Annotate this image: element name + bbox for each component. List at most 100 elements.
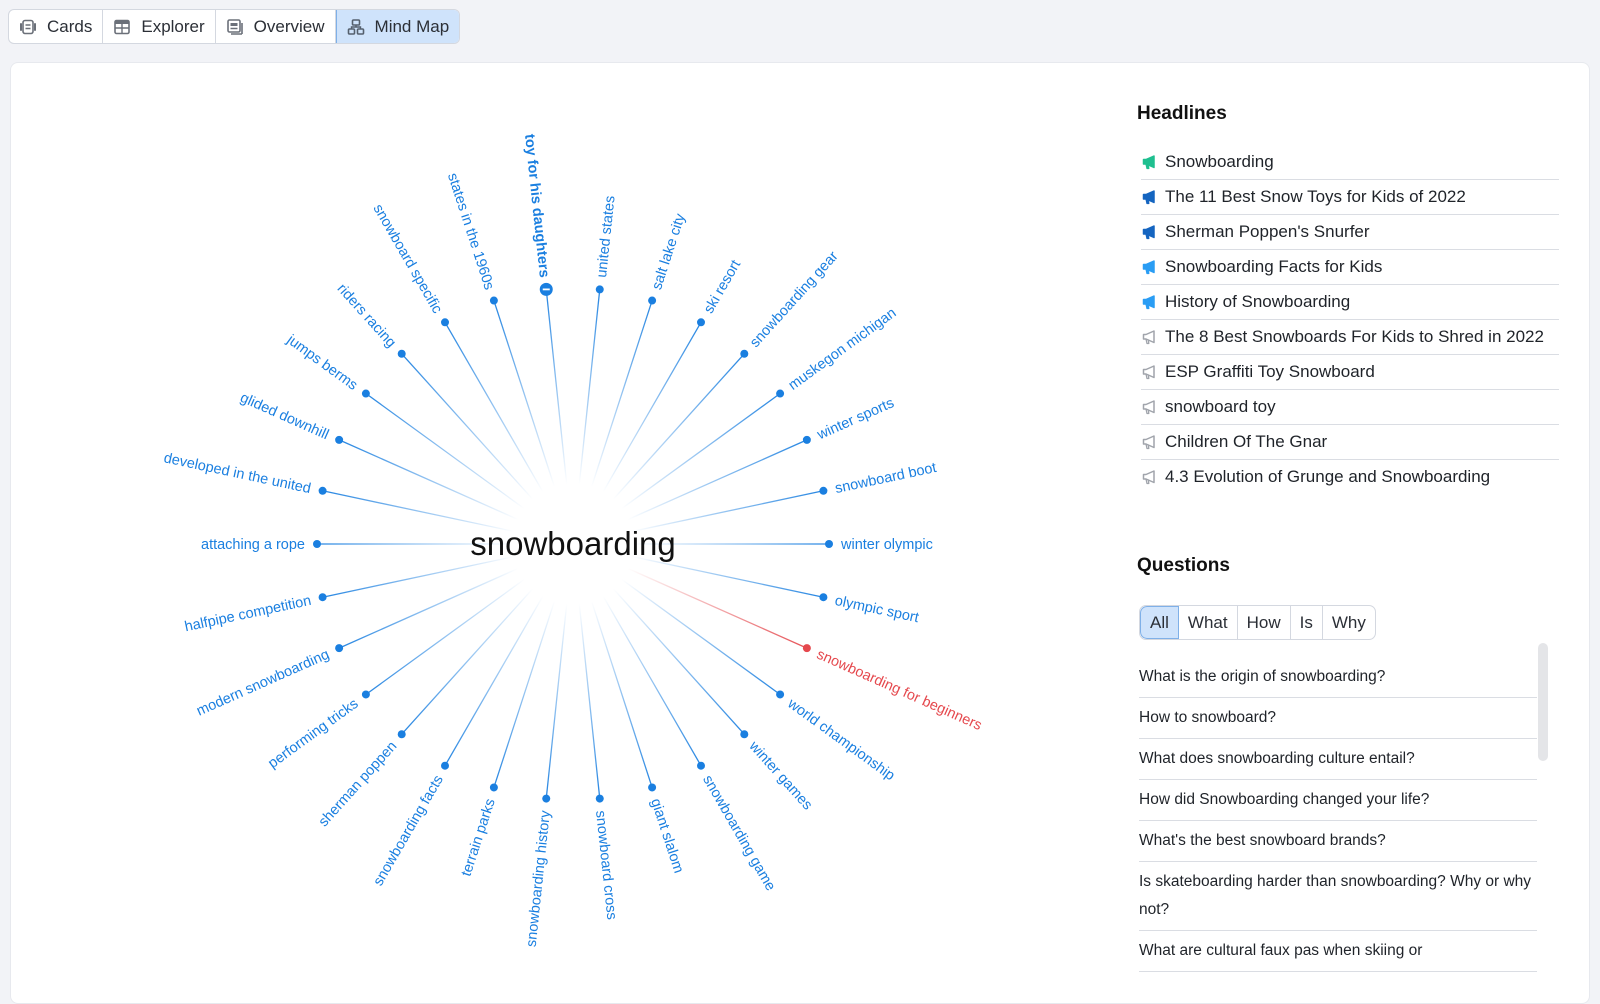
question-item[interactable]: What are cultural faux pas when skiing o… <box>1139 931 1537 972</box>
mindmap-node-dot[interactable] <box>313 540 321 548</box>
mindmap-link <box>627 439 808 521</box>
headline-item[interactable]: Snowboarding <box>1141 145 1559 180</box>
headline-item[interactable]: snowboard toy <box>1141 390 1559 425</box>
mindmap-node-label[interactable]: olympic sport <box>833 593 920 626</box>
mindmap-node-label[interactable]: ski resort <box>701 257 744 316</box>
question-item[interactable]: What's the best snowboard brands? <box>1139 821 1537 862</box>
mindmap-link <box>338 567 519 649</box>
filter-why[interactable]: Why <box>1323 606 1375 639</box>
megaphone-icon <box>1142 400 1155 415</box>
mindmap-node-dot[interactable] <box>740 730 749 739</box>
mindmap-node-label[interactable]: snowboard boot <box>834 460 938 497</box>
headline-item[interactable]: ESP Graffiti Toy Snowboard <box>1141 355 1559 390</box>
mindmap-node-dot[interactable] <box>397 730 406 739</box>
mindmap-node-dot[interactable] <box>802 435 811 444</box>
mindmap-node-label[interactable]: developed in the united <box>162 450 312 497</box>
megaphone-icon <box>1142 190 1155 205</box>
mindmap-node-label[interactable]: halfpipe competition <box>183 593 312 635</box>
mindmap-node-dot[interactable] <box>825 540 833 548</box>
mindmap-node-label[interactable]: snowboarding gear <box>747 248 842 350</box>
megaphone-icon <box>1142 365 1155 380</box>
mindmap-node-label[interactable]: jumps berms <box>283 331 360 393</box>
megaphone-icon <box>1142 295 1155 310</box>
mindmap-node-label[interactable]: united states <box>594 195 619 278</box>
mindmap-node-dot[interactable] <box>819 486 828 495</box>
mindmap-node-dot[interactable] <box>542 794 551 803</box>
headline-item[interactable]: Children Of The Gnar <box>1141 425 1559 460</box>
mindmap-node-dot[interactable] <box>740 349 749 358</box>
mindmap-node-dot[interactable] <box>441 761 449 770</box>
mindmap-node-dot[interactable] <box>318 593 327 602</box>
mindmap-node-dot[interactable] <box>697 761 705 770</box>
mindmap-link <box>612 588 745 735</box>
tab-cards[interactable]: Cards <box>9 10 104 43</box>
mindmap-node-dot[interactable] <box>776 690 785 699</box>
mindmap-node-label[interactable]: attaching a rope <box>201 537 305 553</box>
mindmap-node-label[interactable]: snowboarding for beginners <box>814 647 984 734</box>
mindmap-node-dot[interactable] <box>802 644 811 653</box>
filter-how[interactable]: How <box>1238 606 1291 639</box>
mindmap-node-dot[interactable] <box>819 593 828 602</box>
headline-item[interactable]: Snowboarding Facts for Kids <box>1141 250 1559 285</box>
mindmap-node-dot[interactable] <box>648 296 657 305</box>
mindmap-node-label[interactable]: giant slalom <box>647 797 686 876</box>
mindmap-node-label[interactable]: toy for his daughters <box>521 133 552 278</box>
mindmap-node-dot[interactable] <box>489 783 498 792</box>
mindmap-node-dot[interactable] <box>335 435 344 444</box>
mindmap-node-dot[interactable] <box>595 285 604 294</box>
headline-item[interactable]: The 8 Best Snowboards For Kids to Shred … <box>1141 320 1559 355</box>
mindmap-node-dot[interactable] <box>776 389 785 398</box>
mindmap-node-dot[interactable] <box>361 690 370 699</box>
question-item[interactable]: How to snowboard? <box>1139 698 1537 739</box>
mindmap-node-label[interactable]: world championship <box>784 695 898 784</box>
headline-item[interactable]: 4.3 Evolution of Grunge and Snowboarding <box>1141 460 1559 494</box>
questions-scrollbar[interactable] <box>1538 643 1548 761</box>
mindmap-node-label[interactable]: snowboarding game <box>699 773 778 894</box>
mindmap-node-label[interactable]: performing tricks <box>265 696 361 772</box>
headline-item[interactable]: History of Snowboarding <box>1141 285 1559 320</box>
mindmap-node-label[interactable]: snowboard cross <box>592 810 619 921</box>
filter-all[interactable]: All <box>1140 606 1179 639</box>
mindmap-node-dot[interactable] <box>318 486 327 495</box>
mindmap-node-dot[interactable] <box>335 644 344 653</box>
mind-map: toy for his daughters united states salt l… <box>162 133 984 948</box>
view-tabs: Cards Explorer Overview Mind Map <box>8 9 461 44</box>
filter-what[interactable]: What <box>1179 606 1238 639</box>
mindmap-node-label[interactable]: glided downhill <box>238 390 331 443</box>
mindmap-link <box>365 393 525 510</box>
mindmap-link <box>578 289 601 485</box>
mindmap-node-label[interactable]: snowboarding facts <box>370 773 446 889</box>
mindmap-node-label[interactable]: salt lake city <box>649 211 689 292</box>
mindmap-node-dot[interactable] <box>489 296 498 305</box>
mindmap-node-dot[interactable] <box>697 318 705 327</box>
mindmap-node-label[interactable]: snowboard specific <box>370 202 446 317</box>
headline-item[interactable]: The 11 Best Snow Toys for Kids of 2022 <box>1141 180 1559 215</box>
question-item[interactable]: How did Snowboarding changed your life? <box>1139 780 1537 821</box>
tab-explorer[interactable]: Explorer <box>103 10 216 43</box>
mindmap-node-dot[interactable] <box>441 318 449 327</box>
mindmap-node-dot[interactable] <box>397 349 406 358</box>
question-item[interactable]: What does snowboarding culture entail? <box>1139 739 1537 780</box>
mindmap-node-dot[interactable] <box>595 794 604 803</box>
headline-text: Sherman Poppen's Snurfer <box>1165 222 1370 241</box>
mindmap-node-label[interactable]: terrain parks <box>459 797 499 879</box>
headline-text: ESP Graffiti Toy Snowboard <box>1165 362 1375 381</box>
mindmap-node-label[interactable]: winter games <box>745 738 815 814</box>
mindmap-link <box>338 439 519 521</box>
mindmap-node-dot[interactable] <box>648 783 657 792</box>
mindmap-node-label[interactable]: winter sports <box>814 395 897 443</box>
question-item[interactable]: Is skateboarding harder than snowboardin… <box>1139 862 1537 931</box>
question-item[interactable]: What is the origin of snowboarding? <box>1139 657 1537 698</box>
mindmap-node-label[interactable]: muskegon michigan <box>786 305 900 394</box>
filter-is[interactable]: Is <box>1291 606 1323 639</box>
mindmap-node-label[interactable]: sherman poppen <box>316 738 401 830</box>
mindmap-node-label[interactable]: states in the 1960s <box>444 171 497 292</box>
mindmap-node-label[interactable]: riders racing <box>334 281 399 351</box>
mindmap-node-label[interactable]: modern snowboarding <box>194 647 332 720</box>
headline-item[interactable]: Sherman Poppen's Snurfer <box>1141 215 1559 250</box>
mindmap-node-label[interactable]: snowboarding history <box>524 809 554 948</box>
mindmap-node-dot[interactable] <box>361 389 370 398</box>
mindmap-node-label[interactable]: winter olympic <box>840 537 933 553</box>
tab-overview[interactable]: Overview <box>216 10 336 43</box>
tab-mind-map[interactable]: Mind Map <box>335 10 460 43</box>
